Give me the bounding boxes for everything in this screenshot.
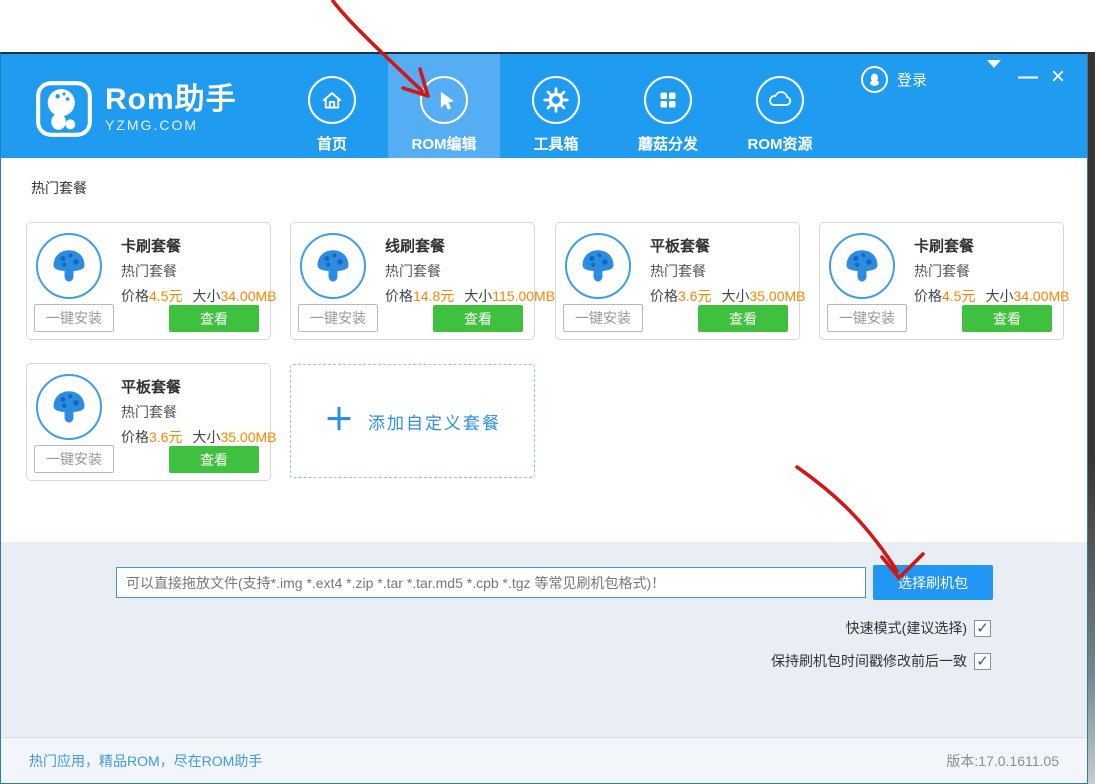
- card-price-line: 价格14.8元大小115.00MB: [385, 286, 555, 306]
- size-label: 大小: [721, 288, 749, 304]
- card-subtitle: 热门套餐: [121, 261, 177, 281]
- cloud-icon: [756, 76, 804, 124]
- one-click-install-button[interactable]: 一键安装: [827, 304, 907, 332]
- section-title: 热门套餐: [31, 178, 87, 198]
- select-package-button[interactable]: 选择刷机包: [873, 565, 993, 600]
- close-button[interactable]: ×: [1043, 67, 1073, 87]
- card-subtitle: 热门套餐: [385, 261, 441, 281]
- size-label: 大小: [192, 429, 220, 445]
- mushroom-logo-icon: [35, 80, 93, 138]
- login-button[interactable]: 登录: [861, 66, 927, 93]
- size-label: 大小: [192, 288, 220, 304]
- distribute-icon: [644, 76, 692, 124]
- main-nav: 首页 ROM编辑 工具箱 蘑菇分发 ROM资源: [276, 54, 836, 158]
- rom-assistant-window: Rom助手 YZMG.COM 首页 ROM编辑 工具箱 蘑菇分发 ROM资源: [0, 52, 1088, 784]
- price-label: 价格: [914, 288, 942, 304]
- package-card: 线刷套餐 热门套餐 价格14.8元大小115.00MB 一键安装 查看: [290, 222, 535, 340]
- app-header: Rom助手 YZMG.COM 首页 ROM编辑 工具箱 蘑菇分发 ROM资源: [1, 54, 1087, 158]
- price-label: 价格: [121, 429, 149, 445]
- login-label: 登录: [897, 69, 927, 90]
- package-card: 卡刷套餐 热门套餐 价格4.5元大小34.00MB 一键安装 查看: [819, 222, 1064, 340]
- content-area: 热门套餐 卡刷套餐 热门套餐 价格4.5元大小34.00MB 一键安装 查看 线…: [1, 158, 1087, 542]
- window-controls: — ×: [979, 67, 1073, 87]
- one-click-install-button[interactable]: 一键安装: [298, 304, 378, 332]
- size-value: 115.00MB: [492, 288, 555, 304]
- card-title: 线刷套餐: [385, 235, 445, 256]
- logo-subtitle: YZMG.COM: [105, 117, 237, 133]
- size-value: 35.00MB: [749, 288, 805, 304]
- price-value: 4.5元: [149, 288, 182, 304]
- price-label: 价格: [121, 288, 149, 304]
- checkbox[interactable]: ✓: [974, 620, 991, 637]
- option-label: 快速模式(建议选择): [846, 618, 967, 638]
- qq-icon: [861, 66, 888, 93]
- size-value: 35.00MB: [220, 429, 276, 445]
- minimize-button[interactable]: —: [1013, 67, 1043, 87]
- flash-package-panel: 选择刷机包 快速模式(建议选择) ✓ 保持刷机包时间戳修改前后一致 ✓: [1, 542, 1087, 737]
- nav-tab-0[interactable]: 首页: [276, 54, 388, 158]
- view-button[interactable]: 查看: [962, 305, 1052, 332]
- price-label: 价格: [385, 288, 413, 304]
- status-bar: 热门应用，精品ROM，尽在ROM助手 版本:17.0.1611.05: [1, 737, 1087, 783]
- one-click-install-button[interactable]: 一键安装: [563, 304, 643, 332]
- status-slogan: 热门应用，精品ROM，尽在ROM助手: [29, 751, 262, 771]
- package-card: 卡刷套餐 热门套餐 价格4.5元大小34.00MB 一键安装 查看: [26, 222, 271, 340]
- nav-tab-4[interactable]: ROM资源: [724, 54, 836, 158]
- option-label: 保持刷机包时间戳修改前后一致: [771, 651, 967, 671]
- one-click-install-button[interactable]: 一键安装: [34, 304, 114, 332]
- card-title: 平板套餐: [650, 235, 710, 256]
- dropdown-caret-icon[interactable]: [979, 68, 1009, 86]
- add-custom-package-button[interactable]: ＋ 添加自定义套餐: [290, 364, 535, 478]
- logo-title: Rom助手: [105, 85, 237, 115]
- card-title: 平板套餐: [121, 376, 181, 397]
- screenshot-stage: Rom助手 YZMG.COM 首页 ROM编辑 工具箱 蘑菇分发 ROM资源: [0, 0, 1095, 784]
- desktop-background-strip: [1087, 52, 1095, 784]
- package-card: 平板套餐 热门套餐 价格3.6元大小35.00MB 一键安装 查看: [555, 222, 800, 340]
- app-logo: Rom助手 YZMG.COM: [35, 80, 237, 138]
- mushroom-icon: [829, 233, 895, 299]
- size-label: 大小: [985, 288, 1013, 304]
- mushroom-icon: [300, 233, 366, 299]
- size-value: 34.00MB: [1013, 288, 1069, 304]
- mushroom-icon: [565, 233, 631, 299]
- price-value: 3.6元: [149, 429, 182, 445]
- checkbox[interactable]: ✓: [974, 653, 991, 670]
- nav-tab-2[interactable]: 工具箱: [500, 54, 612, 158]
- price-label: 价格: [650, 288, 678, 304]
- rom-edit-icon: [420, 76, 468, 124]
- price-value: 14.8元: [413, 288, 454, 304]
- nav-tab-3[interactable]: 蘑菇分发: [612, 54, 724, 158]
- version-label: 版本:17.0.1611.05: [946, 751, 1059, 771]
- price-value: 3.6元: [678, 288, 711, 304]
- mushroom-icon: [36, 233, 102, 299]
- view-button[interactable]: 查看: [169, 446, 259, 473]
- size-label: 大小: [464, 288, 492, 304]
- option-row: 快速模式(建议选择) ✓: [846, 618, 991, 638]
- card-title: 卡刷套餐: [914, 235, 974, 256]
- mushroom-icon: [36, 374, 102, 440]
- card-price-line: 价格3.6元大小35.00MB: [121, 427, 277, 447]
- view-button[interactable]: 查看: [433, 305, 523, 332]
- view-button[interactable]: 查看: [698, 305, 788, 332]
- plus-icon: ＋: [324, 406, 354, 436]
- price-value: 4.5元: [942, 288, 975, 304]
- size-value: 34.00MB: [220, 288, 276, 304]
- card-price-line: 价格4.5元大小34.00MB: [121, 286, 277, 306]
- add-custom-label: 添加自定义套餐: [368, 409, 501, 434]
- view-button[interactable]: 查看: [169, 305, 259, 332]
- option-row: 保持刷机包时间戳修改前后一致 ✓: [771, 651, 991, 671]
- home-icon: [308, 76, 356, 124]
- toolbox-icon: [532, 76, 580, 124]
- card-subtitle: 热门套餐: [914, 261, 970, 281]
- card-price-line: 价格3.6元大小35.00MB: [650, 286, 806, 306]
- package-card: 平板套餐 热门套餐 价格3.6元大小35.00MB 一键安装 查看: [26, 363, 271, 481]
- one-click-install-button[interactable]: 一键安装: [34, 445, 114, 473]
- card-title: 卡刷套餐: [121, 235, 181, 256]
- nav-tab-1[interactable]: ROM编辑: [388, 54, 500, 158]
- card-subtitle: 热门套餐: [650, 261, 706, 281]
- file-drop-input[interactable]: [116, 567, 866, 598]
- card-price-line: 价格4.5元大小34.00MB: [914, 286, 1070, 306]
- card-subtitle: 热门套餐: [121, 402, 177, 422]
